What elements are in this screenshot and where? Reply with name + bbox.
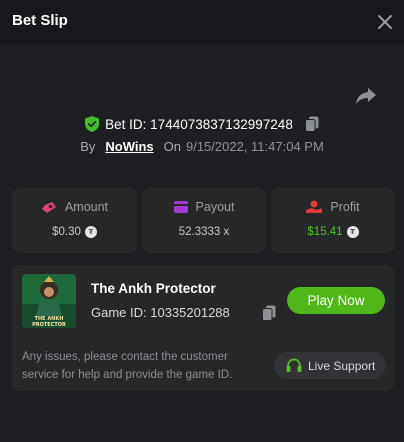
bet-datetime: 9/15/2022, 11:47:04 PM: [185, 138, 324, 154]
live-support-label: Live Support: [308, 358, 376, 373]
by-label: By: [80, 138, 96, 154]
page-title: Bet Slip: [12, 12, 68, 29]
support-info-text: Any issues, please contact the customer …: [22, 351, 233, 381]
copy-icon[interactable]: [304, 116, 319, 132]
live-support-button[interactable]: Live Support: [274, 352, 386, 379]
game-card: THE ANKH PROTECTOR The Ankh Protector Ga…: [12, 265, 395, 391]
bet-id: Bet ID: 1744073837132997248: [105, 116, 293, 132]
payout-value: 52.3333 x: [178, 226, 230, 238]
coin-icon: ₮: [84, 226, 97, 238]
game-id: Game ID: 10335201288: [91, 305, 230, 320]
play-now-button[interactable]: Play Now: [287, 287, 385, 314]
amount-value: $0.30: [52, 226, 81, 238]
headset-icon: [286, 358, 302, 372]
copy-game-id-icon[interactable]: [262, 305, 276, 321]
bet-meta-row: By NoWins On 9/15/2022, 11:47:04 PM: [0, 137, 404, 155]
amount-label: Amount: [64, 200, 109, 214]
amount-card: Amount $0.30 ₮: [12, 188, 137, 253]
payout-label: Payout: [195, 200, 235, 214]
bet-slip-header: Bet Slip: [0, 0, 404, 44]
bet-id-row: Bet ID: 1744073837132997248: [0, 114, 404, 134]
wallet-icon: [173, 201, 188, 213]
coin-icon: ₮: [346, 226, 359, 238]
game-name: The Ankh Protector: [91, 281, 216, 296]
profit-card: Profit $15.41 ₮: [271, 188, 395, 253]
payout-card: Payout 52.3333 x: [142, 188, 266, 253]
on-label: On: [163, 138, 181, 154]
profit-label: Profit: [330, 200, 360, 214]
game-thumbnail[interactable]: THE ANKH PROTECTOR: [22, 274, 76, 328]
close-icon[interactable]: [376, 13, 394, 31]
shield-check-icon: [85, 116, 100, 132]
share-icon[interactable]: [355, 86, 377, 106]
username-link[interactable]: NoWins: [105, 139, 153, 154]
profit-value: $15.41: [307, 226, 343, 238]
amount-icon: [41, 202, 56, 213]
svg-text:PROTECTOR: PROTECTOR: [32, 322, 66, 328]
profit-icon: [306, 200, 323, 213]
